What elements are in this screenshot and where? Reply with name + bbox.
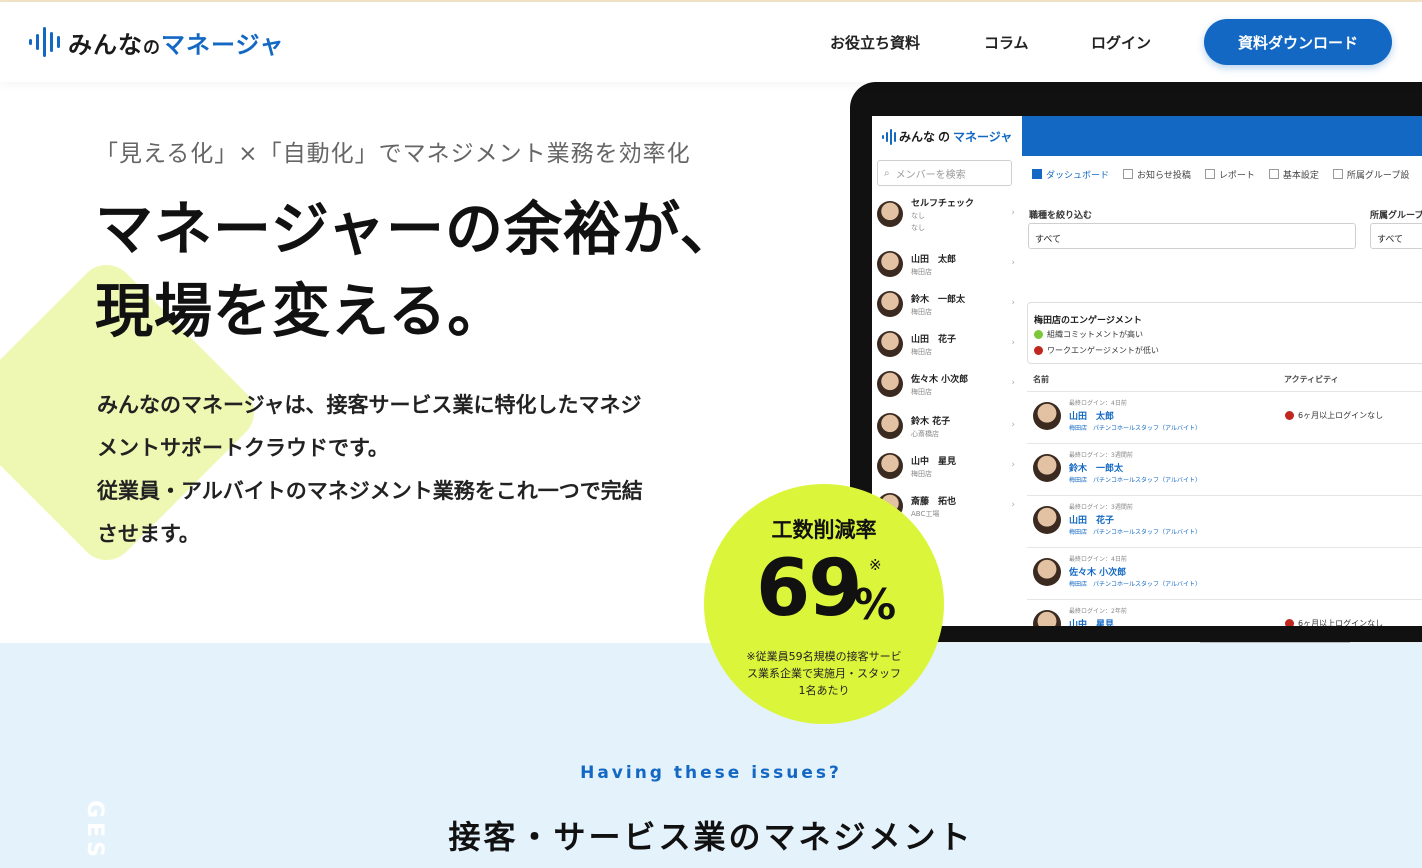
issues-heading: 接客・サービス業のマネジメント — [448, 818, 974, 856]
col-name-header: 名前 — [1033, 375, 1049, 384]
chevron-right-icon: › — [1011, 500, 1015, 510]
avatar — [1033, 610, 1061, 626]
app-logo: みんなのマネージャ — [882, 128, 1012, 145]
nav-login[interactable]: ログイン — [1091, 32, 1151, 53]
avatar — [877, 413, 903, 439]
member-item: 山中 星見 梅田店 › — [877, 446, 1017, 486]
group-select: すべて — [1370, 223, 1422, 249]
badge-note-mark: ※ — [869, 556, 882, 574]
member-item: 鈴木 花子 心斎橋店 › — [877, 406, 1017, 446]
chevron-right-icon: › — [1011, 378, 1015, 388]
member-item: 山田 太郎 梅田店 › — [877, 244, 1017, 284]
tab-settings: 基本設定 — [1269, 168, 1319, 181]
logo-bars-icon — [29, 22, 60, 62]
tab-notice: お知らせ投稿 — [1123, 168, 1191, 181]
member-search-input: ⌕ メンバーを検索 — [877, 160, 1012, 186]
green-dot-icon — [1034, 330, 1043, 339]
download-button[interactable]: 資料ダウンロード — [1204, 19, 1392, 65]
tab-report: レポート — [1205, 168, 1255, 181]
member-item: 鈴木 一郎太 梅田店 › — [877, 284, 1017, 324]
avatar — [877, 331, 903, 357]
avatar — [1033, 506, 1061, 534]
group-filter-label: 所属グループ — [1370, 211, 1422, 221]
member-item: 山田 花子 梅田店 › — [877, 324, 1017, 364]
chevron-right-icon: › — [1011, 338, 1015, 348]
search-icon: ⌕ — [884, 167, 890, 179]
table-row: 最終ログイン：2年前山中 星見梅田店 パチンコホールスタッフ（アルバイト） 6ヶ… — [1027, 599, 1422, 626]
avatar — [877, 371, 903, 397]
logo-text: みんなのマネージャ — [68, 30, 285, 59]
hero-eyebrow: 「見える化」×「自動化」でマネジメント業務を効率化 — [95, 141, 691, 167]
site-logo[interactable]: みんなのマネージャ — [29, 22, 284, 62]
table-row: 最終ログイン：4日前 佐々木 小次郎 梅田店 パチンコホールスタッフ（アルバイト） — [1027, 547, 1422, 599]
nav-resources[interactable]: お役立ち資料 — [830, 32, 920, 53]
avatar — [877, 453, 903, 479]
red-dot-icon — [1285, 619, 1294, 626]
app-logo-icon — [882, 128, 896, 145]
badge-number: 69 — [756, 544, 863, 634]
table-row: 最終ログイン：3週間前 鈴木 一郎太 梅田店 パチンコホールスタッフ（アルバイト） — [1027, 443, 1422, 495]
tab-group: 所属グループ設 — [1333, 168, 1409, 181]
member-item: 佐々木 小次郎 梅田店 › — [877, 364, 1017, 404]
chevron-right-icon: › — [1011, 420, 1015, 430]
table-row: 最終ログイン：3週間前 山田 花子 梅田店 パチンコホールスタッフ（アルバイト） — [1027, 495, 1422, 547]
app-screenshot: みんなのマネージャ ⌕ メンバーを検索 セルフチェック なし なし › 山田 太郎梅… — [872, 116, 1422, 626]
chevron-right-icon: › — [1011, 208, 1015, 218]
role-select: すべて — [1028, 223, 1356, 249]
tab-dashboard: ダッシュボード — [1032, 168, 1109, 181]
app-topbar — [1022, 116, 1422, 156]
avatar — [877, 201, 903, 227]
chevron-right-icon: › — [1011, 460, 1015, 470]
red-dot-icon — [1034, 346, 1043, 355]
hero-headline: マネージャーの余裕が、 現場を変える。 — [95, 195, 739, 345]
issues-subheading: Having these issues? — [580, 763, 842, 783]
chevron-right-icon: › — [1011, 258, 1015, 268]
site-header: みんなのマネージャ お役立ち資料 コラム ログイン 資料ダウンロード — [0, 2, 1422, 82]
badge-title: 工数削減率 — [771, 518, 877, 542]
red-dot-icon — [1285, 411, 1294, 420]
col-activity-header: アクティビティ — [1284, 375, 1339, 384]
avatar — [877, 291, 903, 317]
table-row: 最終ログイン：4日前 山田 太郎 梅田店 パチンコホールスタッフ（アルバイト） 6ヶ… — [1027, 391, 1422, 443]
app-tabs: ダッシュボード お知らせ投稿 レポート 基本設定 所属グループ設 — [1032, 168, 1409, 181]
avatar — [1033, 558, 1061, 586]
engagement-panel: 梅田店のエンゲージメント 組織コミットメントが高い ワークエンゲージメントが低い — [1027, 302, 1422, 364]
hero-description: みんなのマネージャは、接客サービス業に特化したマネジ メントサポートクラウドです… — [97, 393, 643, 546]
role-filter-label: 職種を絞り込む — [1029, 211, 1093, 221]
chevron-right-icon: › — [1011, 298, 1015, 308]
avatar — [1033, 402, 1061, 430]
badge-footnote: ※従業員59名規模の接客サービス業系企業で実施月・スタッフ1名あたり — [746, 650, 902, 697]
avatar — [877, 251, 903, 277]
badge-unit: % — [854, 580, 897, 629]
avatar — [1033, 454, 1061, 482]
reduction-badge: 工数削減率 69 ※ % ※従業員59名規模の接客サービス業系企業で実施月・スタ… — [704, 484, 944, 724]
member-item: セルフチェック なし なし › — [877, 194, 1017, 234]
nav-column[interactable]: コラム — [984, 32, 1029, 53]
